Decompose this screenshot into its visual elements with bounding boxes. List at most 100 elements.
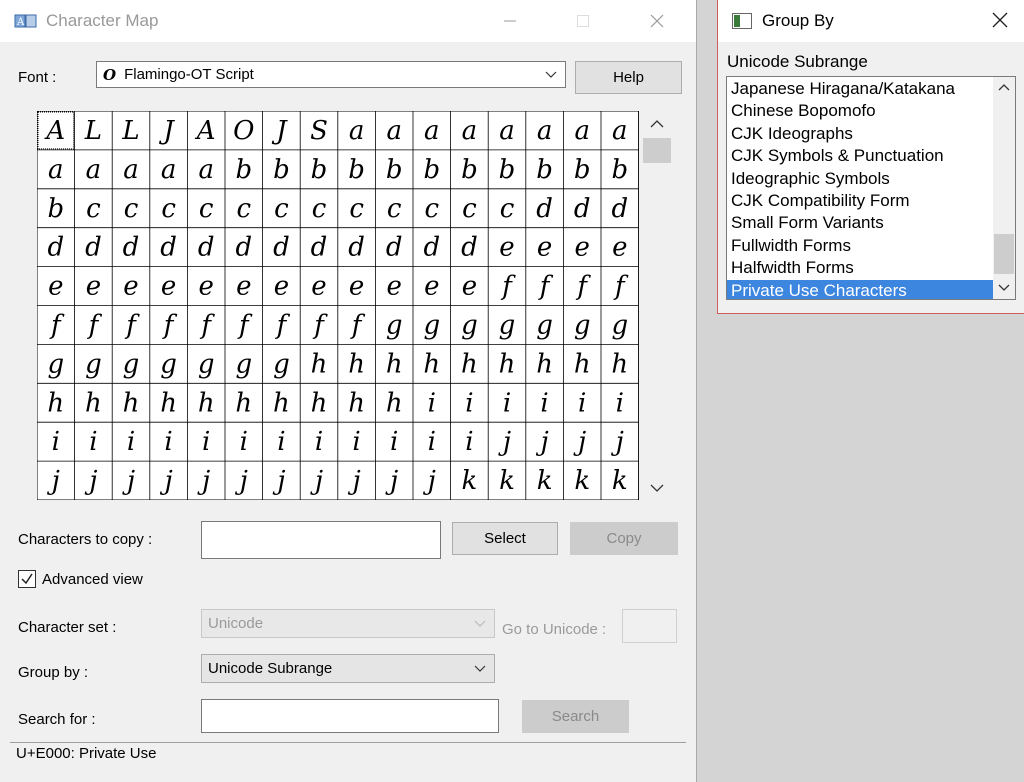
glyph-cell[interactable]: b (423, 155, 440, 185)
glyph-cell[interactable]: h (198, 388, 215, 418)
glyph-cell[interactable]: c (237, 194, 252, 224)
glyph-cell[interactable]: h (85, 388, 102, 418)
glyph-cell[interactable]: e (161, 272, 176, 302)
glyph-cell[interactable]: b (47, 194, 64, 224)
title-bar[interactable]: A Character Map (0, 0, 696, 42)
glyph-cell[interactable]: g (611, 311, 628, 341)
glyph-cell[interactable]: e (462, 272, 477, 302)
glyph-cell[interactable]: d (160, 233, 177, 263)
glyph-cell[interactable]: c (86, 194, 101, 224)
select-button[interactable]: Select (452, 522, 558, 555)
glyph-cell[interactable]: c (312, 194, 327, 224)
glyph-cell[interactable]: c (199, 194, 214, 224)
glyph-cell[interactable]: L (84, 116, 102, 146)
list-item[interactable]: Fullwidth Forms (727, 235, 993, 257)
list-item[interactable]: CJK Ideographs (727, 123, 993, 145)
glyph-cell[interactable]: i (540, 388, 548, 418)
list-item[interactable]: CJK Symbols & Punctuation (727, 145, 993, 167)
character-grid-svg[interactable]: A L L J A O J Sa a a a a a a aa a a a a b b b b b b b b b b bb c c c c c c c… (37, 111, 639, 500)
glyph-cell[interactable]: i (428, 427, 436, 457)
glyph-cell[interactable]: b (235, 155, 252, 185)
glyph-cell[interactable]: e (424, 272, 439, 302)
list-scrollbar-thumb[interactable] (994, 234, 1014, 274)
list-item[interactable]: Ideographic Symbols (727, 168, 993, 190)
copy-button[interactable]: Copy (570, 522, 678, 555)
glyph-cell[interactable]: a (86, 155, 102, 185)
glyph-cell[interactable]: h (536, 349, 553, 379)
glyph-cell[interactable]: i (465, 388, 473, 418)
glyph-cell[interactable]: h (123, 388, 140, 418)
glyph-cell[interactable]: b (348, 155, 365, 185)
glyph-cell[interactable]: a (48, 155, 64, 185)
glyph-cell[interactable]: h (499, 349, 516, 379)
glyph-cell[interactable]: e (311, 272, 326, 302)
glyph-cell[interactable]: b (461, 155, 478, 185)
glyph-cell[interactable]: b (386, 155, 403, 185)
glyph-cell[interactable]: e (537, 233, 552, 263)
glyph-cell[interactable]: d (611, 194, 628, 224)
glyph-cell[interactable]: c (462, 194, 477, 224)
glyph-cell[interactable]: a (123, 155, 139, 185)
glyph-cell[interactable]: c (274, 194, 289, 224)
glyph-cell[interactable]: i (89, 427, 97, 457)
chevron-down-icon[interactable] (998, 283, 1010, 292)
glyph-cell[interactable]: h (574, 349, 591, 379)
glyph-cell[interactable]: g (423, 311, 440, 341)
glyph-cell[interactable]: c (124, 194, 139, 224)
glyph-cell[interactable]: b (574, 155, 591, 185)
glyph-cell[interactable]: k (574, 466, 590, 496)
glyph-cell[interactable]: h (160, 388, 177, 418)
glyph-cell[interactable]: a (349, 116, 365, 146)
advanced-view-checkbox[interactable] (18, 570, 36, 588)
glyph-cell[interactable]: i (277, 427, 285, 457)
glyph-cell[interactable]: d (273, 233, 290, 263)
glyph-cell[interactable]: i (315, 427, 323, 457)
glyph-cell[interactable]: g (273, 349, 290, 379)
glyph-cell[interactable]: i (616, 388, 624, 418)
charset-select[interactable]: Unicode (201, 609, 495, 638)
glyph-cell[interactable]: e (48, 272, 63, 302)
glyph-cell[interactable]: g (574, 311, 591, 341)
glyph-cell[interactable]: e (499, 233, 514, 263)
glyph-cell[interactable]: i (127, 427, 135, 457)
glyph-cell[interactable]: e (349, 272, 364, 302)
list-item[interactable]: Private Use Characters (727, 279, 993, 299)
glyph-cell[interactable]: e (274, 272, 289, 302)
glyph-cell[interactable]: d (311, 233, 328, 263)
glyph-cell[interactable]: S (310, 116, 328, 146)
glyph-cell[interactable]: e (199, 272, 214, 302)
glyph-cell[interactable]: a (537, 116, 553, 146)
glyph-cell[interactable]: d (461, 233, 478, 263)
subrange-list[interactable]: Japanese Hiragana/Katakana Chinese Bopomo… (726, 76, 1016, 300)
chars-to-copy-input[interactable] (201, 521, 441, 559)
help-button[interactable]: Help (575, 61, 682, 94)
list-item[interactable]: Halfwidth Forms (727, 257, 993, 279)
glyph-cell[interactable]: g (47, 349, 64, 379)
glyph-cell[interactable]: d (123, 233, 140, 263)
glyph-cell[interactable]: h (47, 388, 64, 418)
goto-unicode-input[interactable] (622, 609, 677, 643)
glyph-cell[interactable]: d (423, 233, 440, 263)
glyph-cell[interactable]: d (198, 233, 215, 263)
glyph-cell[interactable]: i (240, 427, 248, 457)
scrollbar-thumb[interactable] (643, 138, 671, 163)
advanced-view-label[interactable]: Advanced view (42, 571, 143, 588)
list-scrollbar[interactable] (993, 77, 1015, 299)
glyph-cell[interactable]: g (499, 311, 516, 341)
glyph-cell[interactable]: b (311, 155, 328, 185)
glyph-cell[interactable]: g (123, 349, 140, 379)
glyph-cell[interactable]: d (235, 233, 252, 263)
glyph-cell[interactable]: d (85, 233, 102, 263)
glyph-cell[interactable]: b (273, 155, 290, 185)
glyph-cell[interactable]: a (198, 155, 214, 185)
glyph-cell[interactable]: i (465, 427, 473, 457)
glyph-cell[interactable]: b (499, 155, 516, 185)
character-grid[interactable]: ALLJAOJSaaaaaaaaaaaaabbbbbbbbbbbbccccccc… (37, 111, 639, 500)
glyph-cell[interactable]: d (47, 233, 64, 263)
glyph-cell[interactable]: i (578, 388, 586, 418)
glyph-cell[interactable]: i (428, 388, 436, 418)
glyph-cell[interactable]: a (574, 116, 590, 146)
glyph-cell[interactable]: k (462, 466, 478, 496)
glyph-cell[interactable]: h (461, 349, 478, 379)
glyph-cell[interactable]: h (423, 349, 440, 379)
